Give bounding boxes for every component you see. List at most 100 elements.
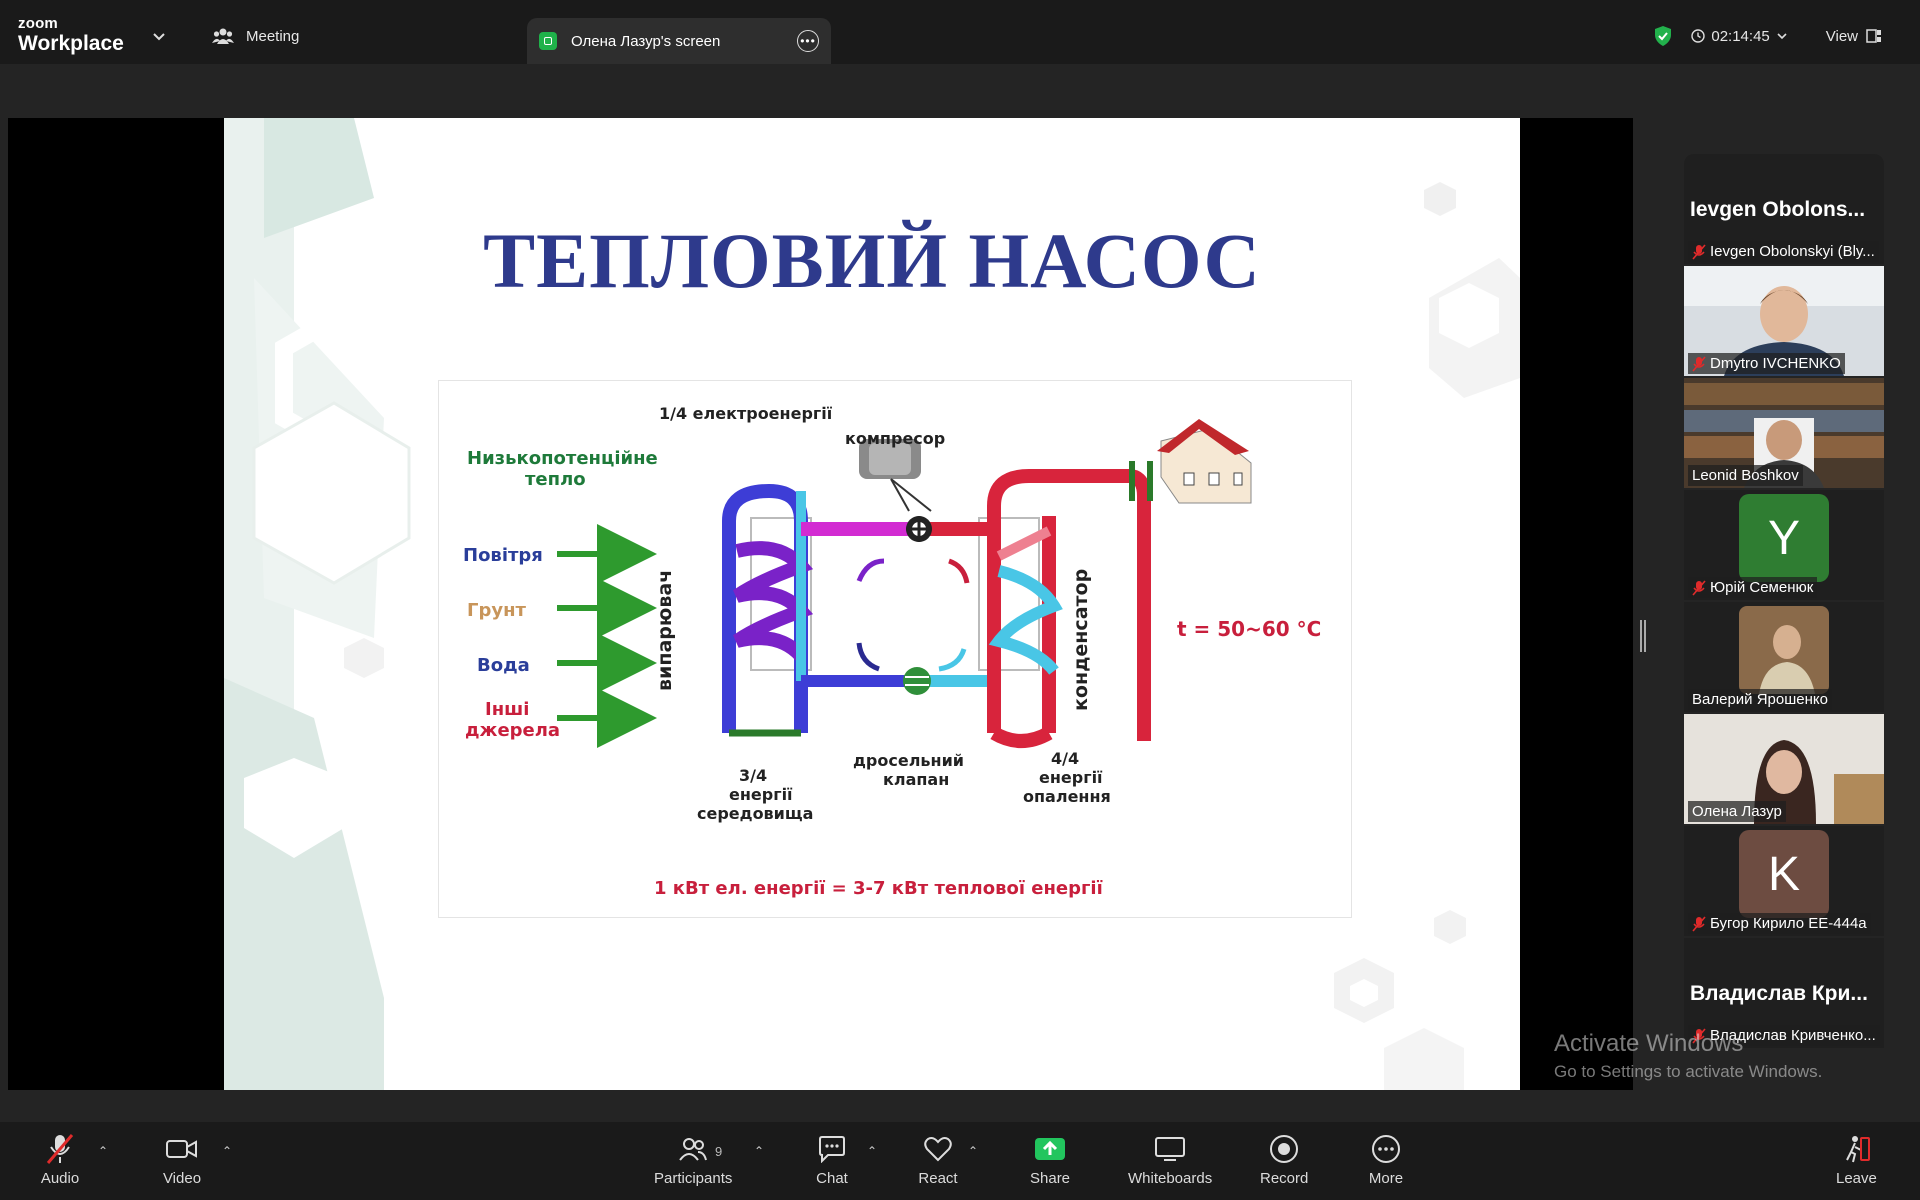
- meeting-label: Meeting: [246, 27, 300, 45]
- throttle-valve-icon: [903, 667, 931, 695]
- shared-screen-tab[interactable]: Олена Лазур's screen •••: [527, 18, 831, 64]
- heat-energy-line1: 4/4: [1051, 749, 1079, 768]
- whiteboards-label: Whiteboards: [1128, 1170, 1213, 1187]
- heat-pump-diagram: 1/4 електроенергії компресор Низькопотен…: [438, 380, 1352, 918]
- chat-icon: [819, 1136, 845, 1163]
- share-screen-icon: [1035, 1138, 1066, 1160]
- participant-big-name: Владислав Кри...: [1690, 982, 1868, 1005]
- participant-name-label: Юрій Семенюк: [1688, 577, 1818, 598]
- condenser-label: конденсатор: [1070, 569, 1092, 711]
- video-camera-icon: [166, 1140, 197, 1158]
- source-water: Вода: [477, 655, 530, 676]
- participant-tile[interactable]: Dmytro IVCHENKO: [1684, 266, 1884, 376]
- meeting-toolbar: Audio ⌃ Video ⌃ Participants 9 ⌃ Chat ⌃ …: [0, 1122, 1920, 1200]
- leave-label: Leave: [1836, 1170, 1877, 1187]
- chat-button[interactable]: Chat: [812, 1132, 852, 1187]
- participant-name-label: Ievgen Obolonskyi (Bly...: [1688, 241, 1879, 262]
- participant-tile[interactable]: Ievgen Obolons... Ievgen Obolonskyi (Bly…: [1684, 154, 1884, 264]
- chevron-down-icon[interactable]: [150, 30, 168, 44]
- screen-share-icon: [539, 32, 557, 50]
- clock-icon: [1691, 29, 1706, 43]
- leave-button[interactable]: Leave: [1836, 1132, 1877, 1187]
- whiteboards-button[interactable]: Whiteboards: [1128, 1132, 1212, 1187]
- top-right-controls: 02:14:45 View: [1653, 25, 1882, 47]
- env-energy-line2: енергії: [729, 785, 793, 804]
- watermark-line1: Activate Windows: [1554, 1030, 1744, 1057]
- participant-name-label: Валерий Ярошенко: [1688, 689, 1832, 710]
- mic-muted-icon: [46, 1134, 74, 1164]
- view-button[interactable]: View: [1826, 28, 1882, 45]
- windows-activation-watermark: Activate Windows Go to Settings to activ…: [1554, 1030, 1822, 1082]
- panel-resize-handle[interactable]: [1640, 620, 1646, 652]
- house-icon: [1157, 419, 1252, 504]
- mic-muted-icon: [1692, 243, 1706, 260]
- share-button[interactable]: Share: [1030, 1132, 1070, 1187]
- mic-muted-icon: [1692, 355, 1706, 372]
- source-air: Повітря: [463, 545, 543, 566]
- participants-options-caret[interactable]: ⌃: [754, 1144, 764, 1158]
- participants-button[interactable]: Participants: [654, 1132, 732, 1187]
- mic-muted-icon: [1692, 579, 1706, 596]
- evaporator-label: випарювач: [654, 570, 676, 691]
- shield-check-icon[interactable]: [1653, 25, 1673, 47]
- watermark-line2: Go to Settings to activate Windows.: [1554, 1062, 1823, 1081]
- share-label: Share: [1030, 1170, 1071, 1187]
- more-icon: [1372, 1135, 1400, 1163]
- heat-energy-line3: опалення: [1023, 787, 1111, 806]
- react-button[interactable]: React: [918, 1132, 958, 1187]
- env-energy-line1: 3/4: [739, 766, 767, 785]
- video-button[interactable]: Video: [162, 1132, 202, 1187]
- video-options-caret[interactable]: ⌃: [222, 1144, 232, 1158]
- env-energy-line3: середовища: [697, 804, 813, 823]
- temperature-label: t = 50~60 °C: [1177, 617, 1321, 641]
- view-layout-icon: [1866, 29, 1881, 43]
- react-label: React: [918, 1170, 958, 1187]
- input-arrows: [557, 524, 657, 748]
- meeting-tab[interactable]: Meeting: [212, 26, 299, 46]
- presentation-slide: ТЕПЛОВИЙ НАСОС 1/4 електроенергії компре…: [224, 118, 1520, 1090]
- chat-label: Chat: [816, 1170, 848, 1187]
- meeting-icon: [212, 28, 234, 44]
- more-options-icon[interactable]: •••: [797, 30, 819, 52]
- participant-tile[interactable]: K Бугор Кирило ЕЕ-444а: [1684, 826, 1884, 936]
- participant-avatar: K: [1739, 830, 1829, 918]
- electric-energy-label: 1/4 електроенергії: [659, 404, 833, 423]
- source-soil: Грунт: [467, 600, 527, 621]
- participant-name-label: Dmytro IVCHENKO: [1688, 353, 1845, 374]
- zoom-workplace-logo[interactable]: zoom Workplace: [18, 16, 124, 54]
- participant-avatar: Y: [1739, 494, 1829, 582]
- timer-value: 02:14:45: [1711, 27, 1770, 45]
- slide-title: ТЕПЛОВИЙ НАСОС: [483, 217, 1261, 304]
- participant-tile[interactable]: Leonid Boshkov: [1684, 378, 1884, 488]
- screen-tab-label: Олена Лазур's screen: [571, 32, 721, 50]
- audio-button[interactable]: Audio: [40, 1132, 80, 1187]
- valve-line2: клапан: [883, 770, 949, 789]
- more-label: More: [1368, 1170, 1404, 1187]
- participant-avatar-photo: [1739, 606, 1829, 694]
- record-icon: [1270, 1135, 1299, 1163]
- participants-icon: [679, 1138, 708, 1161]
- top-bar: zoom Workplace Meeting Олена Лазур's scr…: [0, 0, 1920, 64]
- more-button[interactable]: More: [1366, 1132, 1406, 1187]
- shared-screen-area[interactable]: ТЕПЛОВИЙ НАСОС 1/4 електроенергії компре…: [8, 118, 1633, 1090]
- bottom-formula: 1 кВт ел. енергії = 3-7 кВт теплової ене…: [654, 878, 1103, 899]
- chevron-down-icon: [1777, 33, 1787, 40]
- brand-line2: Workplace: [18, 32, 124, 55]
- participant-tile[interactable]: Валерий Ярошенко: [1684, 602, 1884, 712]
- record-label: Record: [1260, 1170, 1309, 1187]
- participants-label: Participants: [654, 1170, 733, 1187]
- chat-options-caret[interactable]: ⌃: [867, 1144, 877, 1158]
- low-heat-line1: Низькопотенційне: [467, 448, 658, 469]
- participant-tile-active-speaker[interactable]: Олена Лазур: [1684, 714, 1884, 824]
- video-label: Video: [162, 1170, 202, 1187]
- record-button[interactable]: Record: [1260, 1132, 1308, 1187]
- audio-options-caret[interactable]: ⌃: [98, 1144, 108, 1158]
- source-other-line2: джерела: [465, 720, 560, 741]
- participant-tile[interactable]: Y Юрій Семенюк: [1684, 490, 1884, 600]
- heat-energy-line2: енергії: [1039, 768, 1103, 787]
- meeting-timer[interactable]: 02:14:45: [1691, 28, 1787, 45]
- participant-name-label: Бугор Кирило ЕЕ-444а: [1688, 913, 1871, 934]
- participant-big-name: Ievgen Obolons...: [1690, 198, 1866, 221]
- react-options-caret[interactable]: ⌃: [968, 1144, 978, 1158]
- valve-line1: дросельний: [853, 751, 964, 770]
